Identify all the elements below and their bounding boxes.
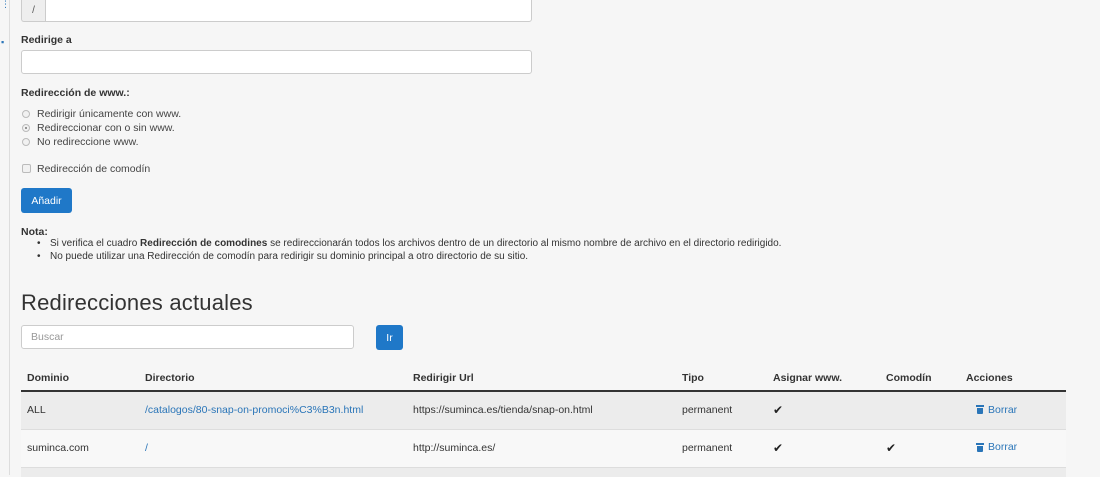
source-path-group: / xyxy=(21,0,532,22)
cell-assign-www: ✔ xyxy=(767,390,880,429)
left-sidebar-edge: ⋮ ▪ xyxy=(0,0,10,475)
note-item: Si verifica el cuadro Redirección de com… xyxy=(37,237,781,250)
cell-type: permanent xyxy=(676,390,767,429)
table-row: suminca.com / http://suminca.es/ permane… xyxy=(21,428,1066,467)
add-button[interactable]: Añadir xyxy=(21,188,72,213)
note-text: Si verifica el cuadro xyxy=(50,238,141,249)
www-option-label: Redirigir únicamente con www. xyxy=(37,107,182,120)
wildcard-redirect-checkbox-row[interactable]: Redirección de comodín xyxy=(21,162,150,175)
table-header-row: Dominio Directorio Redirigir Url Tipo As… xyxy=(21,366,1066,392)
wildcard-checkbox[interactable] xyxy=(22,164,31,173)
column-header-domain[interactable]: Dominio xyxy=(21,366,139,392)
note-bold-text: Redirección de comodines xyxy=(140,238,268,249)
cell-wildcard xyxy=(880,390,960,429)
cell-truncated xyxy=(21,466,1066,477)
search-input[interactable]: Buscar xyxy=(21,325,354,349)
path-prefix-addon: / xyxy=(21,0,45,22)
delete-button[interactable]: Borrar xyxy=(976,404,1017,416)
directory-link[interactable]: /catalogos/80-snap-on-promoci%C3%B3n.htm… xyxy=(145,404,363,416)
www-option-with-or-without[interactable]: Redireccionar con o sin www. xyxy=(21,121,175,134)
www-option-only-www[interactable]: Redirigir únicamente con www. xyxy=(21,107,181,120)
column-header-wildcard[interactable]: Comodín xyxy=(880,366,960,392)
cell-actions: Borrar xyxy=(960,428,1066,467)
delete-label: Borrar xyxy=(988,403,1018,416)
www-option-label: Redireccionar con o sin www. xyxy=(37,121,175,134)
cell-domain: suminca.com xyxy=(21,428,139,467)
delete-button[interactable]: Borrar xyxy=(976,441,1017,453)
note-list: Si verifica el cuadro Redirección de com… xyxy=(37,237,781,263)
redirects-table: Dominio Directorio Redirigir Url Tipo As… xyxy=(21,366,1066,477)
cell-directory: /catalogos/80-snap-on-promoci%C3%B3n.htm… xyxy=(139,390,407,429)
redirect-to-label: Redirige a xyxy=(21,34,72,46)
radio-icon[interactable] xyxy=(22,137,30,146)
column-header-type[interactable]: Tipo xyxy=(676,366,767,392)
www-option-no-redirect[interactable]: No redireccione www. xyxy=(21,135,139,148)
wildcard-label: Redirección de comodín xyxy=(37,162,151,175)
trash-icon xyxy=(976,442,984,452)
sidebar-icon-fragment[interactable]: ⋮ xyxy=(1,0,10,9)
note-text: No puede utilizar una Redirección de com… xyxy=(50,251,529,262)
cell-wildcard: ✔ xyxy=(880,428,960,467)
sidebar-icon-fragment[interactable]: ▪ xyxy=(1,38,4,47)
go-button[interactable]: Ir xyxy=(376,325,403,350)
www-redirect-label: Redirección de www.: xyxy=(21,87,130,99)
cell-assign-www: ✔ xyxy=(767,428,880,467)
trash-icon xyxy=(976,405,984,414)
check-icon: ✔ xyxy=(886,441,897,455)
cell-redirect-url: https://suminca.es/tienda/snap-on.html xyxy=(407,390,676,429)
note-item: No puede utilizar una Redirección de com… xyxy=(37,250,781,263)
check-icon: ✔ xyxy=(773,403,784,418)
note-text: se redireccionarán todos los archivos de… xyxy=(267,238,782,249)
cell-directory: / xyxy=(139,428,407,467)
redirect-to-input[interactable] xyxy=(21,50,532,74)
cell-type: permanent xyxy=(676,428,767,467)
cell-redirect-url: http://suminca.es/ xyxy=(407,428,676,467)
table-row: ALL /catalogos/80-snap-on-promoci%C3%B3n… xyxy=(21,390,1066,429)
cell-domain: ALL xyxy=(21,390,139,429)
column-header-redirect-url[interactable]: Redirigir Url xyxy=(407,366,676,392)
delete-label: Borrar xyxy=(988,441,1018,454)
directory-link[interactable]: / xyxy=(145,442,148,454)
column-header-actions: Acciones xyxy=(960,366,1066,392)
check-icon: ✔ xyxy=(773,441,784,455)
column-header-assign-www[interactable]: Asignar www. xyxy=(767,366,880,392)
source-path-input[interactable] xyxy=(45,0,532,22)
radio-icon[interactable] xyxy=(22,109,30,118)
www-option-label: No redireccione www. xyxy=(37,135,139,148)
radio-checked-icon[interactable] xyxy=(22,123,30,132)
column-header-directory[interactable]: Directorio xyxy=(139,366,407,392)
table-row xyxy=(21,466,1066,477)
cell-actions: Borrar xyxy=(960,390,1066,429)
current-redirects-title: Redirecciones actuales xyxy=(21,290,253,315)
